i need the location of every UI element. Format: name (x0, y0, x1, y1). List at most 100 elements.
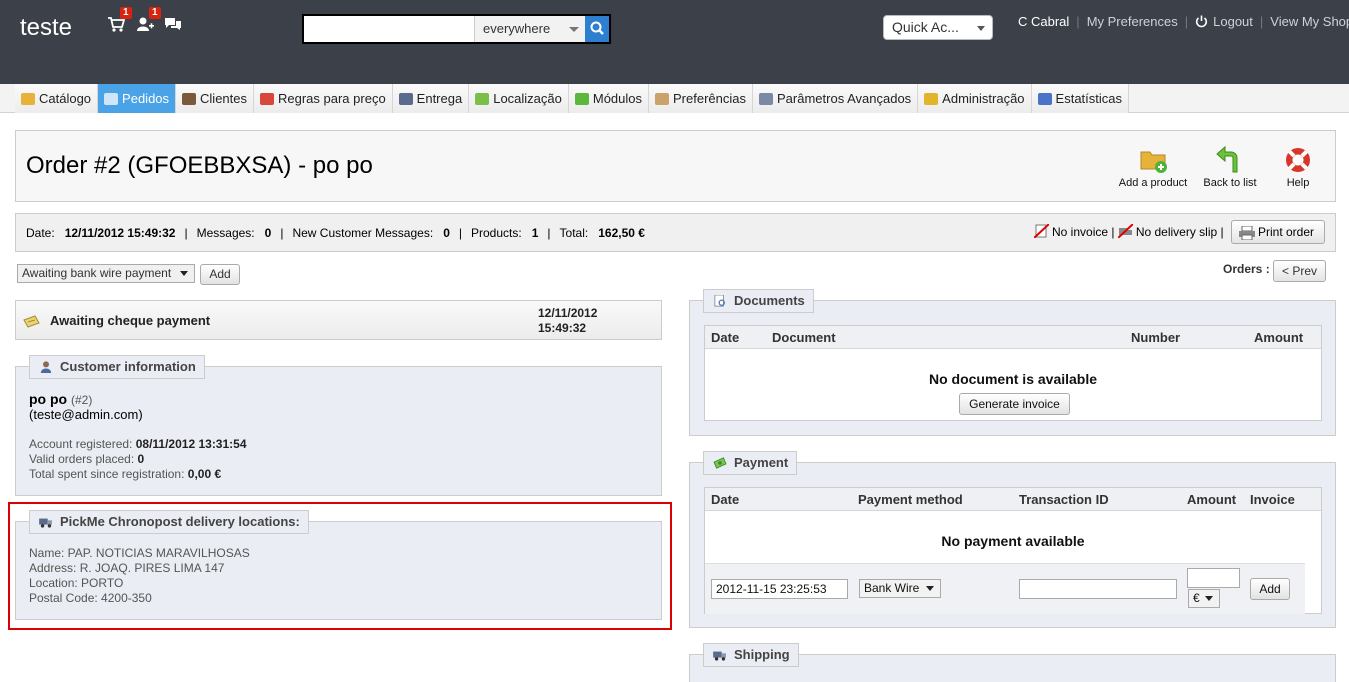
menu-item-3[interactable]: Regras para preço (254, 84, 393, 113)
no-invoice-label: No invoice (1052, 225, 1109, 239)
chevron-down-icon (926, 586, 934, 591)
help-label: Help (1286, 177, 1310, 189)
total-spent-label: Total spent since registration: (29, 467, 185, 481)
menu-item-7[interactable]: Preferências (649, 84, 753, 113)
search-box: everywhere (302, 14, 611, 44)
menu-item-10[interactable]: Estatísticas (1031, 84, 1130, 113)
menu-item-6[interactable]: Módulos (568, 84, 650, 113)
menu-item-8[interactable]: Parâmetros Avançados (753, 84, 919, 113)
menu-item-4[interactable]: Entrega (392, 84, 470, 113)
transaction-id-input[interactable] (1019, 579, 1177, 599)
pickme-legend: PickMe Chronopost delivery locations: (29, 510, 309, 534)
orders-nav-label: Orders : (1223, 262, 1270, 276)
customer-name[interactable]: po po (29, 391, 67, 407)
column-amount: Amount (1187, 492, 1237, 507)
logout-link[interactable]: Logout (1213, 14, 1253, 29)
wrench-icon (759, 92, 773, 105)
total-spent-value: 0,00 € (187, 467, 222, 481)
back-to-list-label: Back to list (1203, 177, 1257, 189)
history-date-day: 12/11/2012 (538, 306, 598, 320)
chevron-down-icon (569, 27, 579, 32)
header-links: C Cabral | My Preferences | Logout | View My S… (1018, 14, 1349, 29)
currency-select[interactable]: € (1188, 589, 1220, 608)
menu-item-label: Estatísticas (1055, 91, 1123, 106)
my-preferences-link[interactable]: My Preferences (1087, 14, 1178, 29)
history-status: Awaiting cheque payment (50, 313, 211, 328)
messages-label: Messages: (196, 226, 255, 240)
order-summary-bar: Date: 12/11/2012 15:49:32 | Messages: 0 | Ne… (15, 213, 1336, 252)
pickme-location: Location: PORTO (29, 576, 124, 590)
documents-legend: Documents (703, 289, 814, 313)
menu-item-label: Localização (493, 91, 562, 106)
customer-information-panel: Customer information po po (#2) (teste@a… (15, 355, 662, 496)
main-menu-list: Catálogo Pedidos Clientes Regras para preço… (15, 84, 1130, 113)
new-customers-notification[interactable]: 1 (136, 7, 161, 36)
column-document: Document (772, 330, 836, 345)
payment-table: Date Payment method Transaction ID Amoun… (704, 487, 1322, 614)
chevron-down-icon (1205, 596, 1213, 601)
menu-item-1[interactable]: Pedidos (98, 84, 177, 113)
menu-item-2[interactable]: Clientes (176, 84, 254, 113)
shop-name[interactable]: teste (20, 14, 72, 42)
messages-notification[interactable] (164, 16, 186, 36)
history-date-time: 15:49:32 (538, 321, 587, 335)
quick-access-label: Quick Ac... (892, 19, 959, 35)
payment-table-header: Date Payment method Transaction ID Amoun… (705, 488, 1321, 511)
add-payment-button[interactable]: Add (1250, 578, 1290, 600)
pickme-title: PickMe Chronopost delivery locations: (60, 514, 300, 529)
order-status-select[interactable]: Awaiting bank wire payment (17, 264, 195, 283)
search-scope-select[interactable]: everywhere (474, 16, 585, 42)
generate-invoice-button[interactable]: Generate invoice (959, 393, 1070, 415)
menu-item-9[interactable]: Administração (918, 84, 1032, 113)
payment-add-row: 2012-11-15 23:25:53 Bank Wire € Add (705, 563, 1305, 614)
customer-icon (40, 361, 52, 373)
new-orders-notification[interactable]: 1 (107, 7, 132, 36)
valid-orders-value: 0 (137, 452, 145, 466)
print-order-label: Print order (1258, 225, 1315, 239)
total-spent-line: Total spent since registration: 0,00 € (29, 467, 221, 481)
add-status-button[interactable]: Add (200, 264, 240, 285)
puzzle-icon (574, 92, 589, 105)
menu-item-5[interactable]: Localização (469, 84, 569, 113)
help-button[interactable]: Help (1278, 144, 1318, 189)
account-registered-value: 08/11/2012 13:31:54 (135, 437, 247, 451)
menu-item-label: Entrega (416, 91, 463, 106)
menu-item-0[interactable]: Catálogo (15, 84, 99, 113)
customer-email[interactable]: teste@admin.com (33, 407, 138, 422)
customers-badge: 1 (149, 7, 161, 19)
chevron-down-icon (180, 271, 188, 276)
add-product-icon (1140, 151, 1167, 173)
pickme-delivery-panel: PickMe Chronopost delivery locations: Na… (15, 510, 662, 620)
power-icon[interactable] (1195, 15, 1208, 28)
column-payment-method: Payment method (858, 492, 963, 507)
search-button[interactable] (585, 16, 609, 42)
printer-icon (1239, 226, 1255, 240)
document-flags: No invoice | No delivery slip | (1034, 224, 1224, 239)
view-shop-link[interactable]: View My Shop (1270, 14, 1349, 29)
payment-date-input[interactable]: 2012-11-15 23:25:53 (711, 579, 848, 599)
documents-title: Documents (734, 293, 805, 308)
menu-item-label: Administração (942, 91, 1025, 106)
search-input[interactable] (304, 16, 474, 42)
order-total: 162,50 € (598, 226, 645, 240)
cart-icon (104, 92, 119, 105)
column-date: Date (711, 492, 740, 507)
main-menu: Catálogo Pedidos Clientes Regras para preço… (0, 84, 1349, 113)
shipping-legend: Shipping (703, 643, 799, 667)
prev-order-button[interactable]: < Prev (1273, 260, 1326, 282)
order-history-row: Awaiting cheque payment 12/11/2012 15:49… (15, 300, 662, 340)
add-product-label: Add a product (1118, 177, 1188, 189)
quick-access-select[interactable]: Quick Ac... (883, 15, 993, 40)
user-icon (182, 92, 197, 105)
payment-amount-input[interactable] (1187, 568, 1240, 588)
documents-table: Date Document Number Amount No document … (704, 325, 1322, 421)
print-order-button[interactable]: Print order (1231, 220, 1325, 244)
add-product-button[interactable]: Add a product (1117, 144, 1189, 189)
chart-icon (1037, 92, 1052, 105)
folder-icon (21, 92, 35, 105)
back-to-list-button[interactable]: Back to list (1201, 144, 1259, 189)
back-arrow-icon (1216, 145, 1238, 173)
payment-legend: Payment (703, 451, 798, 475)
products-count: 1 (531, 226, 539, 240)
payment-method-select[interactable]: Bank Wire (859, 579, 941, 598)
